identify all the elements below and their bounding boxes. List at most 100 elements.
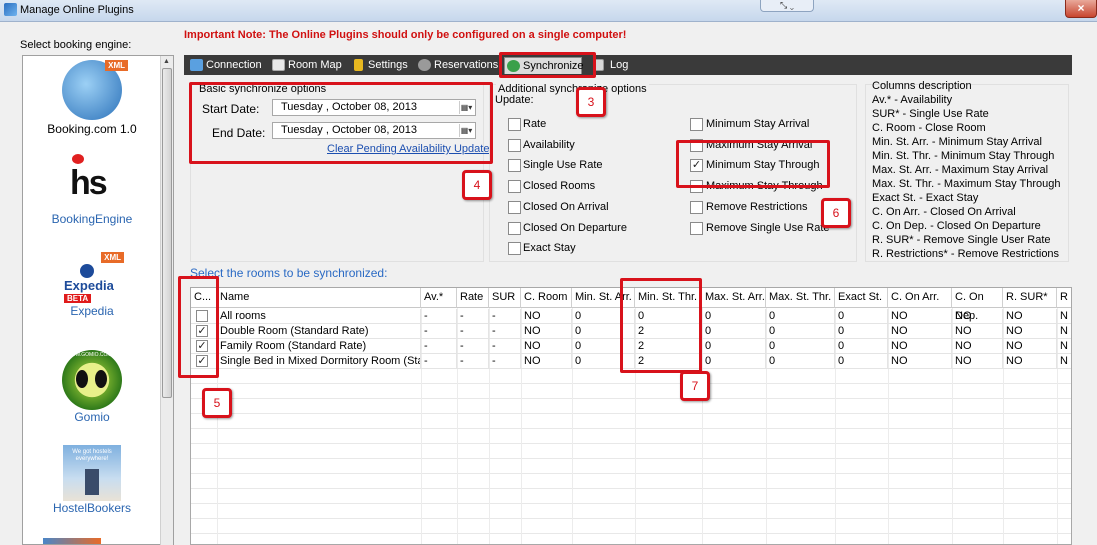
room-map-icon xyxy=(272,59,285,71)
option-checkbox[interactable] xyxy=(508,242,521,256)
grid-line xyxy=(191,458,1071,459)
gomio-icon: WWW.GOMIO.COM xyxy=(62,350,122,410)
table-cell: - xyxy=(457,354,489,369)
grid-header[interactable]: Max. St. Thr. xyxy=(766,288,835,308)
callout-badge-3: 3 xyxy=(576,87,606,117)
option-checkbox[interactable] xyxy=(508,118,521,131)
table-cell: NO xyxy=(521,339,572,354)
table-cell: NO xyxy=(1003,324,1057,339)
scrollbar-thumb[interactable] xyxy=(162,68,172,398)
table-cell: - xyxy=(421,354,457,369)
tab-bar: Connection Room Map Settings Reservation… xyxy=(184,55,1072,75)
table-cell: NO xyxy=(521,354,572,369)
column-description-line: Exact St. - Exact Stay xyxy=(872,192,979,204)
grid-line xyxy=(191,533,1071,534)
update-label: Update: xyxy=(495,94,534,106)
callout-box-min-stay-through xyxy=(676,140,830,188)
tab-room-map[interactable]: Room Map xyxy=(270,57,344,74)
table-cell: - xyxy=(421,339,457,354)
grid-line xyxy=(191,503,1071,504)
engine-list-scrollbar[interactable]: ▲ xyxy=(160,56,173,545)
table-cell: - xyxy=(489,339,521,354)
connection-icon xyxy=(190,59,203,71)
table-cell: 0 xyxy=(702,309,766,324)
table-cell: 0 xyxy=(702,324,766,339)
table-cell: - xyxy=(489,354,521,369)
table-cell: - xyxy=(489,309,521,324)
grid-line xyxy=(191,518,1071,519)
option-label: Minimum Stay Arrival xyxy=(706,118,810,130)
grid-line xyxy=(191,428,1071,429)
callout-box-synchronize xyxy=(499,52,596,78)
engine-item-gomio[interactable]: WWW.GOMIO.COM Gomio xyxy=(23,350,161,424)
window-expand-button[interactable]: ⤡ ⌄ xyxy=(760,0,814,12)
option-label: Exact Stay xyxy=(523,242,576,255)
tab-connection[interactable]: Connection xyxy=(188,57,266,74)
option-label: Remove Single Use Rate xyxy=(706,221,830,234)
grid-header[interactable]: C. Room xyxy=(521,288,572,308)
tab-reservations[interactable]: Reservations xyxy=(416,57,498,74)
table-cell: NO xyxy=(1003,339,1057,354)
column-description-line: R. Restrictions* - Remove Restrictions xyxy=(872,248,1060,260)
tab-log[interactable]: Log xyxy=(592,57,632,74)
column-description-line: Av.* - Availability xyxy=(872,94,953,106)
tab-settings[interactable]: Settings xyxy=(350,57,412,74)
table-cell: 0 xyxy=(835,309,888,324)
option-checkbox[interactable] xyxy=(690,221,703,235)
grid-line xyxy=(191,488,1071,489)
close-button[interactable]: × xyxy=(1065,0,1097,18)
option-checkbox[interactable] xyxy=(690,118,703,131)
option-label: Closed On Arrival xyxy=(523,200,609,213)
table-cell: 0 xyxy=(766,324,835,339)
table-cell: NO xyxy=(888,339,952,354)
engine-item-bookingengine[interactable]: hs BookingEngine xyxy=(23,154,161,226)
table-cell: NO xyxy=(521,309,572,324)
table-cell: - xyxy=(457,309,489,324)
table-cell: 0 xyxy=(835,354,888,369)
table-cell: 0 xyxy=(766,354,835,369)
option-label: Closed Rooms xyxy=(523,180,596,193)
app-icon xyxy=(4,3,17,16)
grid-header[interactable]: C. On Dep. xyxy=(952,288,1003,322)
window-right-edge xyxy=(1078,22,1097,545)
option-label: Remove Restrictions xyxy=(706,200,808,213)
grid-header[interactable]: Name xyxy=(217,288,421,308)
option-checkbox[interactable] xyxy=(508,159,521,173)
callout-box-checkboxes xyxy=(178,276,219,378)
table-cell: NO xyxy=(521,324,572,339)
grid-header[interactable]: SUR xyxy=(489,288,521,308)
option-checkbox[interactable] xyxy=(690,200,703,214)
expedia-beta-icon: XML Expedia BETA xyxy=(60,252,124,304)
grid-header[interactable]: Max. St. Arr. xyxy=(702,288,766,308)
bookingengine-hs-icon: hs xyxy=(62,154,122,212)
grid-header[interactable]: C. On Arr. xyxy=(888,288,952,308)
engine-label-hostelbookers: HostelBookers xyxy=(52,501,132,515)
table-cell: - xyxy=(489,324,521,339)
grid-header[interactable]: Rate xyxy=(457,288,489,308)
callout-badge-4: 4 xyxy=(462,170,492,200)
option-checkbox[interactable] xyxy=(508,221,521,235)
engine-item-booking[interactable]: XML Booking.com 1.0 xyxy=(23,60,161,136)
grid-header[interactable]: R xyxy=(1057,288,1071,308)
table-cell: Single Bed in Mixed Dormitory Room (Stan… xyxy=(217,354,421,369)
grid-line xyxy=(191,383,1071,384)
engine-item-hostelbookers[interactable]: We got hostels everywhere! HostelBookers xyxy=(23,445,161,515)
column-description-line: Min. St. Arr. - Minimum Stay Arrival xyxy=(872,136,1042,148)
important-note: Important Note: The Online Plugins shoul… xyxy=(184,29,627,41)
booking-xml-globe-icon: XML xyxy=(62,60,128,120)
grid-line xyxy=(191,473,1071,474)
table-cell: N xyxy=(1057,324,1071,339)
grid-header[interactable]: Exact St. xyxy=(835,288,888,308)
grid-header[interactable]: R. SUR* xyxy=(1003,288,1057,308)
grid-header[interactable]: Av.* xyxy=(421,288,457,308)
table-cell: - xyxy=(421,324,457,339)
table-cell: NO xyxy=(888,324,952,339)
option-checkbox[interactable] xyxy=(508,200,521,214)
engine-label-booking: Booking.com 1.0 xyxy=(47,122,137,136)
option-checkbox[interactable] xyxy=(508,138,521,152)
option-label: Availability xyxy=(523,138,575,151)
option-checkbox[interactable] xyxy=(508,180,521,194)
table-cell: N xyxy=(1057,309,1071,324)
engine-item-expedia[interactable]: XML Expedia BETA Expedia xyxy=(23,252,161,318)
option-label: Single Use Rate xyxy=(523,159,603,172)
